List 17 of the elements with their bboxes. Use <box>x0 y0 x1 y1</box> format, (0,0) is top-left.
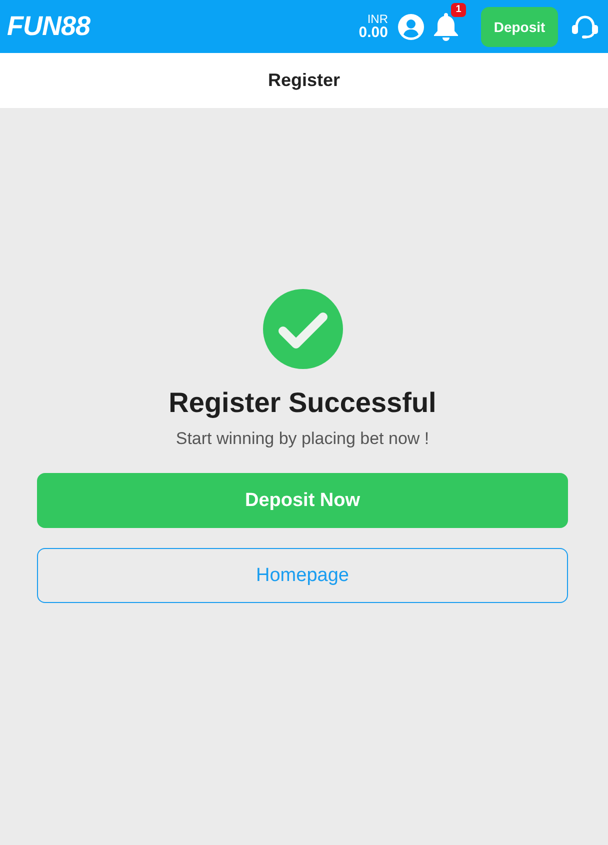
notifications-button[interactable] <box>434 12 458 40</box>
deposit-button[interactable]: Deposit <box>481 6 558 46</box>
logo[interactable]: FUN88 <box>7 13 90 40</box>
headset-icon <box>572 14 598 38</box>
balance-amount: 0.00 <box>358 25 388 40</box>
balance-currency: INR <box>367 13 388 25</box>
homepage-button[interactable]: Homepage <box>37 548 568 603</box>
success-message: Start winning by placing bet now ! <box>176 428 430 450</box>
notification-badge: 1 <box>451 2 466 16</box>
account-button[interactable] <box>398 14 424 40</box>
user-icon <box>398 14 424 40</box>
success-heading: Register Successful <box>168 386 436 420</box>
bell-icon <box>434 12 458 40</box>
success-check-icon <box>262 289 342 369</box>
support-button[interactable] <box>572 14 598 38</box>
page-title: Register <box>268 70 340 91</box>
deposit-now-button[interactable]: Deposit Now <box>37 473 568 528</box>
